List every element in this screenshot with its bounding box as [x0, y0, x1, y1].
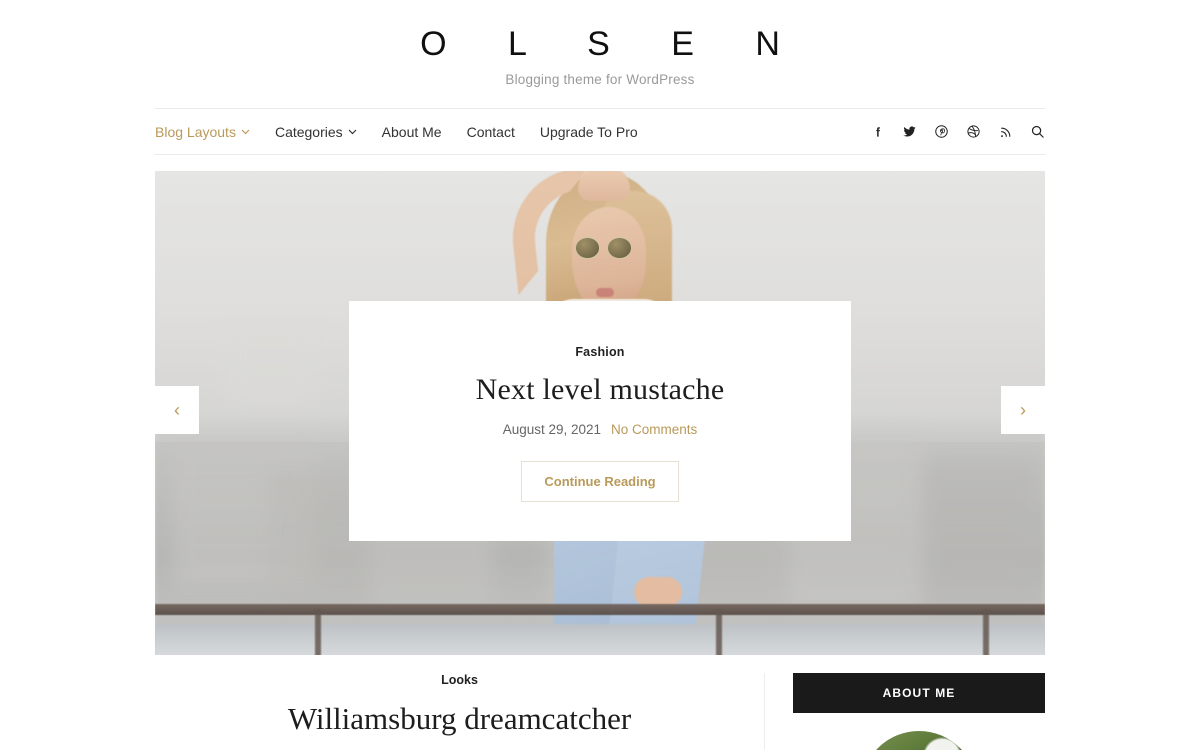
nav-item-label: Categories: [274, 123, 343, 140]
site-header: O L S E N Blogging theme for WordPress: [0, 0, 1200, 87]
social-links: [870, 124, 1045, 139]
nav-item-label: Blog Layouts: [155, 123, 236, 140]
slide-category[interactable]: Fashion: [349, 345, 851, 359]
post-list: Looks Williamsburg dreamcatcher August 3…: [155, 673, 765, 750]
slider-next-button[interactable]: ›: [1001, 386, 1045, 434]
pinterest-icon[interactable]: [934, 124, 949, 139]
facebook-icon[interactable]: [870, 124, 885, 139]
post-item: Looks Williamsburg dreamcatcher August 3…: [155, 673, 764, 750]
nav-item-label: About Me: [381, 123, 442, 140]
widget-title-about-me: ABOUT ME: [793, 673, 1045, 713]
continue-reading-button[interactable]: Continue Reading: [521, 461, 679, 502]
nav-item-contact[interactable]: Contact: [467, 124, 540, 140]
nav-item-about-me[interactable]: About Me: [382, 124, 467, 140]
chevron-left-icon: ‹: [174, 399, 180, 420]
main-menu: Blog Layouts Categories About Me Contact…: [155, 124, 663, 140]
page-root: O L S E N Blogging theme for WordPress B…: [0, 0, 1200, 750]
avatar: [861, 731, 977, 750]
navigation-bar: Blog Layouts Categories About Me Contact…: [155, 108, 1045, 155]
chevron-right-icon: ›: [1020, 399, 1026, 420]
site-tagline: Blogging theme for WordPress: [505, 72, 695, 87]
search-icon[interactable]: [1030, 124, 1045, 139]
slide-comments-link[interactable]: No Comments: [611, 422, 697, 437]
slide-title[interactable]: Next level mustache: [349, 373, 851, 407]
sidebar: ABOUT ME: [765, 673, 1045, 750]
featured-slider: Fashion Next level mustache August 29, 2…: [155, 171, 1045, 655]
dribbble-icon[interactable]: [966, 124, 981, 139]
slide-meta: August 29, 2021 No Comments: [349, 422, 851, 437]
slide-date: August 29, 2021: [502, 422, 602, 437]
content-area: Looks Williamsburg dreamcatcher August 3…: [155, 655, 1045, 750]
chevron-down-icon: [348, 128, 357, 137]
chevron-down-icon: [241, 128, 250, 137]
nav-item-label: Upgrade To Pro: [539, 123, 638, 140]
twitter-icon[interactable]: [902, 124, 917, 139]
nav-item-categories[interactable]: Categories: [275, 124, 382, 140]
avatar-container: [793, 731, 1045, 750]
slider-prev-button[interactable]: ‹: [155, 386, 199, 434]
slide-caption-card: Fashion Next level mustache August 29, 2…: [349, 301, 851, 541]
post-title[interactable]: Williamsburg dreamcatcher: [155, 701, 764, 737]
nav-item-upgrade-to-pro[interactable]: Upgrade To Pro: [540, 124, 663, 140]
nav-item-label: Contact: [466, 123, 515, 140]
site-title: O L S E N: [420, 25, 806, 63]
rss-icon[interactable]: [998, 124, 1013, 139]
nav-item-blog-layouts[interactable]: Blog Layouts: [155, 124, 275, 140]
post-category[interactable]: Looks: [155, 673, 764, 687]
